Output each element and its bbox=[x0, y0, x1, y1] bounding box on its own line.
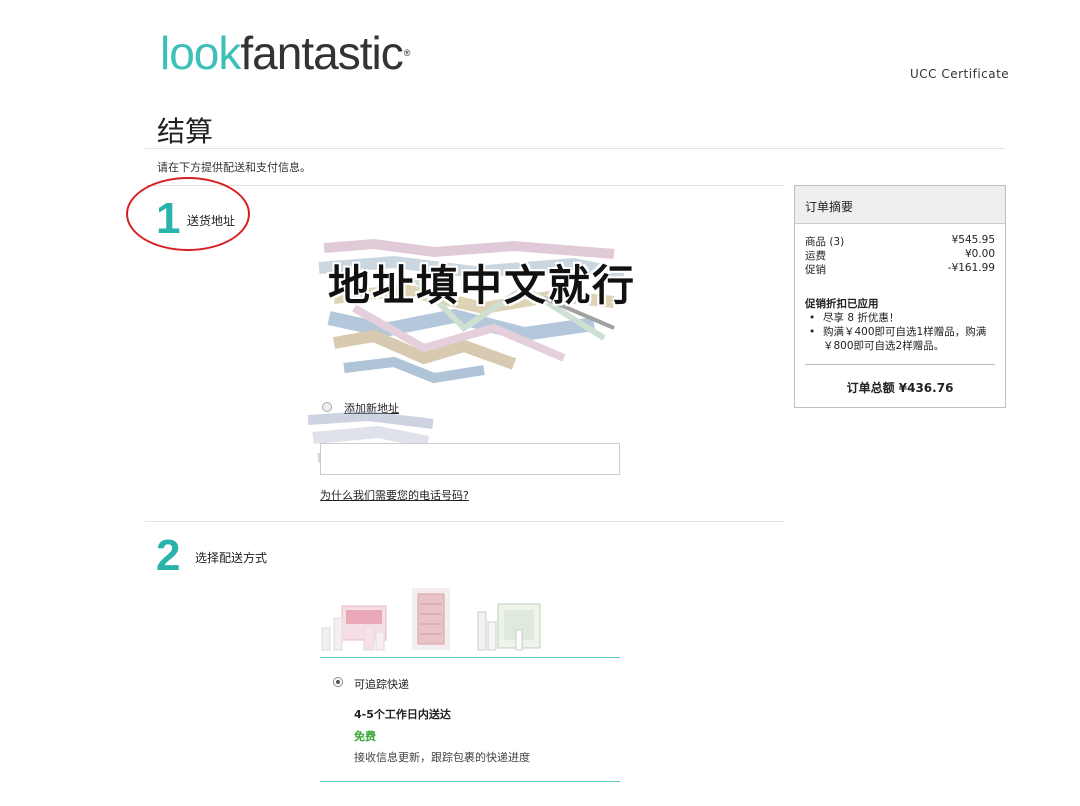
shipping-option-label[interactable]: 可追踪快递 bbox=[354, 676, 409, 692]
summary-row-shipping: 运费 ¥0.00 bbox=[805, 248, 995, 263]
order-summary-title: 订单摘要 bbox=[805, 200, 854, 214]
order-summary-header: 订单摘要 bbox=[795, 186, 1005, 224]
promo-list: 尽享 8 折优惠！ 购满￥400即可自选1样赠品，购满￥800即可自选2样赠品。 bbox=[805, 311, 1000, 353]
product-image-3 bbox=[477, 603, 541, 651]
shipping-option-time: 4-5个工作日内送达 bbox=[354, 708, 451, 721]
divider bbox=[145, 521, 785, 522]
page-subtitle: 请在下方提供配送和支付信息。 bbox=[157, 161, 311, 174]
divider bbox=[805, 364, 995, 365]
annotation-circle bbox=[126, 177, 250, 251]
why-phone-link[interactable]: 为什么我们需要您的电话号码? bbox=[320, 487, 469, 503]
logo-look-text: look bbox=[160, 27, 241, 79]
tracked-delivery-radio[interactable] bbox=[333, 677, 343, 687]
summary-row-items: 商品 (3) ¥545.95 bbox=[805, 234, 995, 249]
product-image-1 bbox=[321, 605, 387, 651]
shipping-option-top-border bbox=[320, 657, 620, 658]
product-thumbnails bbox=[321, 588, 541, 651]
logo-fantastic-text: fantastic bbox=[240, 27, 403, 79]
summary-row-label: 商品 (3) bbox=[805, 236, 845, 248]
step-2-label: 选择配送方式 bbox=[195, 551, 268, 565]
summary-row-value: -¥161.99 bbox=[947, 262, 995, 274]
shipping-option-description: 接收信息更新，跟踪包裹的快递进度 bbox=[354, 751, 530, 764]
shipping-option-bottom-border bbox=[320, 781, 620, 782]
logo-registered-mark: ® bbox=[403, 48, 411, 58]
lookfantastic-logo[interactable]: lookfantastic® bbox=[160, 27, 411, 79]
summary-row-value: ¥0.00 bbox=[964, 248, 995, 260]
divider bbox=[145, 148, 1005, 149]
shipping-option-price: 免费 bbox=[354, 730, 376, 743]
summary-row-promotion: 促销 -¥161.99 bbox=[805, 262, 995, 277]
ucc-certificate-link[interactable]: UCC Certificate bbox=[910, 67, 1009, 81]
annotation-text: 地址填中文就行 bbox=[328, 261, 637, 310]
summary-row-label: 运费 bbox=[805, 250, 826, 262]
promo-item: 尽享 8 折优惠！ bbox=[805, 311, 1000, 325]
summary-row-value: ¥545.95 bbox=[951, 234, 995, 246]
promo-applied-title: 促销折扣已应用 bbox=[805, 298, 879, 310]
summary-row-label: 促销 bbox=[805, 264, 826, 276]
order-summary: 订单摘要 商品 (3) ¥545.95 运费 ¥0.00 促销 -¥161.99… bbox=[794, 185, 1006, 408]
divider bbox=[145, 185, 785, 186]
order-total: 订单总额 ¥436.76 bbox=[846, 381, 954, 395]
step-2-number: 2 bbox=[156, 531, 181, 580]
promo-item: 购满￥400即可自选1样赠品，购满￥800即可自选2样赠品。 bbox=[805, 325, 1000, 353]
phone-input[interactable] bbox=[320, 443, 620, 475]
product-image-2 bbox=[412, 588, 450, 650]
page-title: 结算 bbox=[157, 115, 214, 148]
